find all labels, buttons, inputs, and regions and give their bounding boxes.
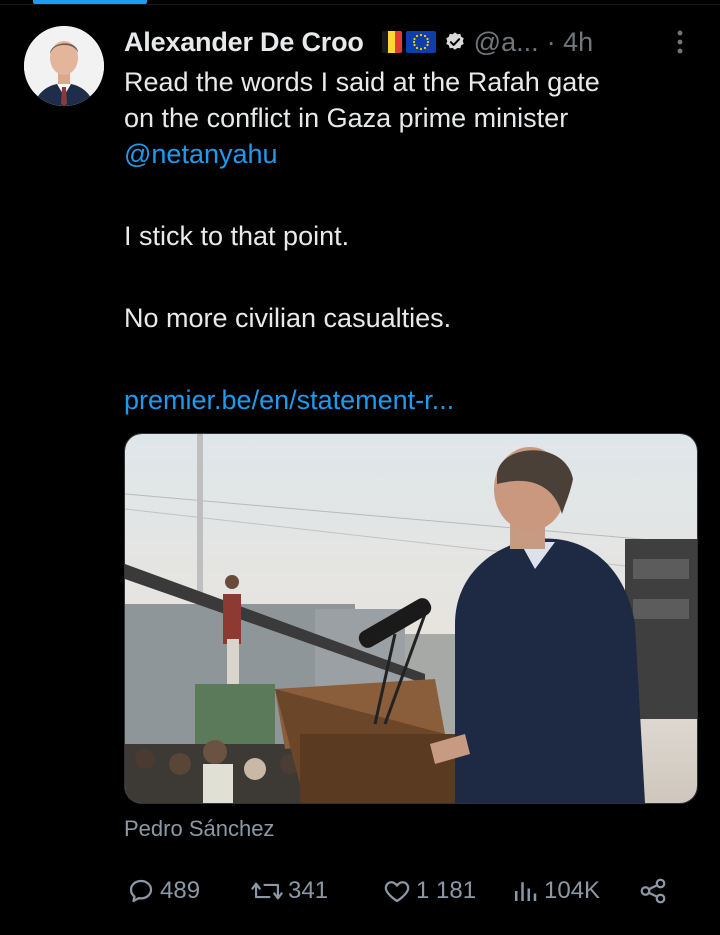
divider bbox=[0, 4, 720, 5]
photo-image bbox=[125, 434, 697, 803]
more-icon[interactable] bbox=[672, 27, 688, 57]
share-icon bbox=[640, 878, 666, 904]
repost-count: 341 bbox=[288, 877, 329, 904]
flags bbox=[381, 31, 436, 53]
tweet-line bbox=[124, 254, 684, 300]
statement-link[interactable]: premier.be/en/statement-r... bbox=[124, 382, 684, 418]
tweet-header: Alexander De Croo @a... · 4h bbox=[124, 22, 593, 62]
like-button[interactable]: 1 181 bbox=[382, 876, 476, 906]
mention-link[interactable]: @netanyahu bbox=[124, 136, 684, 172]
avatar-portrait bbox=[24, 26, 104, 106]
timestamp[interactable]: · 4h bbox=[547, 27, 594, 58]
author-name[interactable]: Alexander De Croo bbox=[124, 27, 364, 58]
reply-count: 489 bbox=[160, 877, 201, 904]
like-icon bbox=[384, 881, 410, 903]
repost-button[interactable]: 341 bbox=[250, 876, 328, 906]
belgium-flag-icon bbox=[381, 31, 402, 53]
tweet-line: I stick to that point. bbox=[124, 221, 350, 251]
avatar[interactable] bbox=[24, 26, 104, 106]
views-button[interactable]: 104K bbox=[510, 876, 600, 906]
tweet-line: No more civilian casualties. bbox=[124, 303, 452, 333]
tweet-line: Read the words I said at the Rafah gate bbox=[124, 67, 600, 97]
tweet-line bbox=[124, 172, 684, 218]
reply-icon bbox=[129, 879, 153, 903]
tweet-line: on the conflict in Gaza prime minister bbox=[124, 103, 569, 133]
share-button[interactable] bbox=[638, 876, 672, 906]
views-count: 104K bbox=[544, 877, 601, 904]
views-icon bbox=[515, 882, 537, 901]
reply-button[interactable]: 489 bbox=[126, 876, 200, 906]
tweet-line bbox=[124, 336, 684, 382]
tweet-photo[interactable] bbox=[124, 433, 698, 804]
tweet-text: Read the words I said at the Rafah gate … bbox=[124, 64, 684, 418]
like-count: 1 181 bbox=[416, 877, 477, 904]
tweet-actions: 489 341 1 181 104K bbox=[126, 872, 686, 912]
author-handle[interactable]: @a... bbox=[474, 27, 539, 58]
eu-flag-icon bbox=[405, 31, 436, 53]
repost-icon bbox=[251, 882, 283, 900]
verified-icon[interactable] bbox=[444, 31, 466, 53]
media-credit: Pedro Sánchez bbox=[124, 816, 275, 841]
